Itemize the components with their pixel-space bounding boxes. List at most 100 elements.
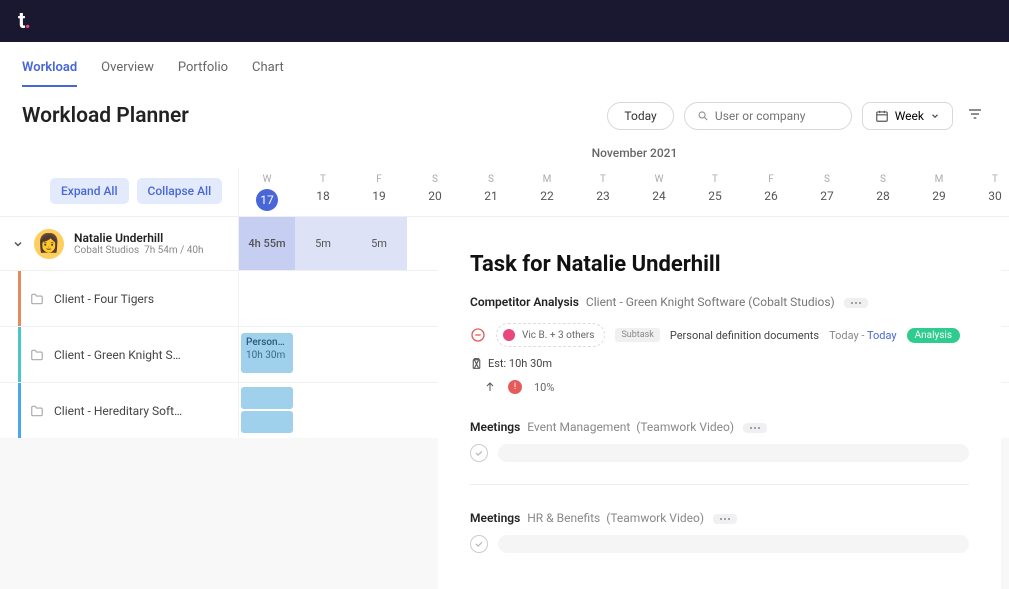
task-item[interactable] — [470, 444, 969, 462]
user-name: Natalie Underhill — [74, 231, 204, 245]
folder-icon — [30, 348, 44, 362]
day-column[interactable]: S27 — [799, 168, 855, 216]
grid-cell[interactable] — [239, 271, 295, 326]
day-column[interactable]: F26 — [743, 168, 799, 216]
load-cell[interactable]: 5m — [351, 217, 407, 270]
collapse-all-button[interactable]: Collapse All — [137, 178, 223, 204]
day-column[interactable]: S 21 — [463, 168, 519, 216]
grid-cell[interactable] — [239, 383, 295, 438]
more-button[interactable] — [713, 514, 737, 524]
tabs: Workload Overview Portfolio Chart — [0, 42, 1009, 88]
header-controls: Today Week — [607, 102, 987, 130]
timer-icon — [470, 357, 483, 370]
view-selector[interactable]: Week — [862, 102, 953, 130]
load-cell[interactable]: 4h 55m — [239, 217, 295, 270]
tab-chart[interactable]: Chart — [252, 60, 284, 87]
dots-icon — [749, 426, 761, 430]
day-letter: S — [855, 174, 911, 185]
more-button[interactable] — [743, 423, 767, 433]
assignee-avatar — [501, 327, 517, 343]
minus-circle-icon[interactable] — [470, 327, 486, 343]
day-number: 19 — [351, 189, 407, 203]
user-row[interactable]: 👩 Natalie Underhill Cobalt Studios 7h 54… — [0, 216, 238, 270]
task-block[interactable]: Personal … 10h 30m — [241, 333, 293, 373]
task-block[interactable] — [241, 387, 293, 409]
calendar-icon — [875, 109, 889, 123]
client-name: Client - Green Knight S… — [54, 348, 181, 362]
day-column[interactable]: T30 — [967, 168, 1009, 216]
day-letter: S — [463, 174, 519, 185]
section-title: Meetings — [470, 511, 520, 525]
day-letter: F — [351, 174, 407, 185]
logo[interactable]: t. — [18, 9, 31, 34]
day-column[interactable]: T18 — [295, 168, 351, 216]
dots-icon — [850, 301, 862, 305]
detail-breadcrumb: Competitor Analysis Client - Green Knigh… — [470, 295, 969, 309]
divider — [470, 484, 969, 485]
day-number: 29 — [911, 189, 967, 203]
warning-icon[interactable]: ! — [508, 380, 522, 394]
day-column[interactable]: T23 — [575, 168, 631, 216]
detail-title: Task for Natalie Underhill — [470, 252, 969, 277]
check-icon — [474, 448, 484, 458]
day-letter: W — [631, 174, 687, 185]
checkbox[interactable] — [470, 535, 488, 553]
date-range[interactable]: Today - Today — [829, 329, 897, 342]
more-button[interactable] — [844, 298, 868, 308]
day-number: 18 — [295, 189, 351, 203]
client-color-bar — [18, 327, 21, 382]
task-block[interactable] — [241, 411, 293, 433]
day-letter: S — [799, 174, 855, 185]
chevron-down-icon[interactable] — [12, 238, 24, 250]
tab-overview[interactable]: Overview — [101, 60, 154, 87]
checkbox[interactable] — [470, 444, 488, 462]
estimate-text: Est: 10h 30m — [488, 357, 552, 370]
today-button[interactable]: Today — [607, 102, 673, 130]
task-name: Competitor Analysis — [470, 295, 579, 309]
assignees-pill[interactable]: Vic B. + 3 others — [496, 323, 605, 347]
avatar: 👩 — [34, 229, 64, 259]
task-title: Personal … — [246, 336, 288, 349]
day-letter: T — [967, 174, 1009, 185]
expand-all-button[interactable]: Expand All — [50, 178, 129, 204]
day-letter: M — [911, 174, 967, 185]
grid-cell[interactable]: Personal … 10h 30m — [239, 327, 295, 382]
folder-icon — [30, 292, 44, 306]
estimate[interactable]: Est: 10h 30m — [470, 357, 552, 370]
day-number: 28 — [855, 189, 911, 203]
check-icon — [474, 539, 484, 549]
day-column[interactable]: T25 — [687, 168, 743, 216]
tag-badge[interactable]: Analysis — [907, 328, 960, 343]
client-row[interactable]: Client - Hereditary Soft… — [0, 382, 238, 438]
subtask-name: Personal definition documents — [670, 329, 819, 342]
day-column[interactable]: S20 — [407, 168, 463, 216]
day-letter: T — [687, 174, 743, 185]
load-cell[interactable]: 5m — [295, 217, 351, 270]
day-column[interactable]: W17 — [239, 168, 295, 216]
day-number: 24 — [631, 189, 687, 203]
client-row[interactable]: Client - Green Knight S… — [0, 326, 238, 382]
day-column[interactable]: W 24 — [631, 168, 687, 216]
tab-workload[interactable]: Workload — [22, 60, 77, 87]
client-color-bar — [18, 271, 21, 326]
day-column[interactable]: F 19 — [351, 168, 407, 216]
filter-icon — [967, 106, 983, 122]
day-column[interactable]: M22 — [519, 168, 575, 216]
filter-button[interactable] — [963, 102, 987, 130]
meeting-name: HR & Benefits — [527, 511, 600, 525]
task-item[interactable] — [470, 535, 969, 553]
day-column[interactable]: S 28 — [855, 168, 911, 216]
priority-icon[interactable] — [484, 380, 496, 394]
search-input[interactable] — [715, 109, 839, 123]
header-row: Workload Planner Today Week — [0, 88, 1009, 140]
tab-portfolio[interactable]: Portfolio — [178, 60, 228, 87]
user-info: Natalie Underhill Cobalt Studios 7h 54m … — [74, 231, 204, 256]
task-placeholder — [498, 444, 969, 462]
day-number: 20 — [407, 189, 463, 203]
day-letter: M — [519, 174, 575, 185]
day-column[interactable]: M 29 — [911, 168, 967, 216]
day-number: 21 — [463, 189, 519, 203]
client-color-bar — [18, 383, 21, 438]
client-row[interactable]: Client - Four Tigers — [0, 270, 238, 326]
search-box[interactable] — [684, 102, 852, 130]
